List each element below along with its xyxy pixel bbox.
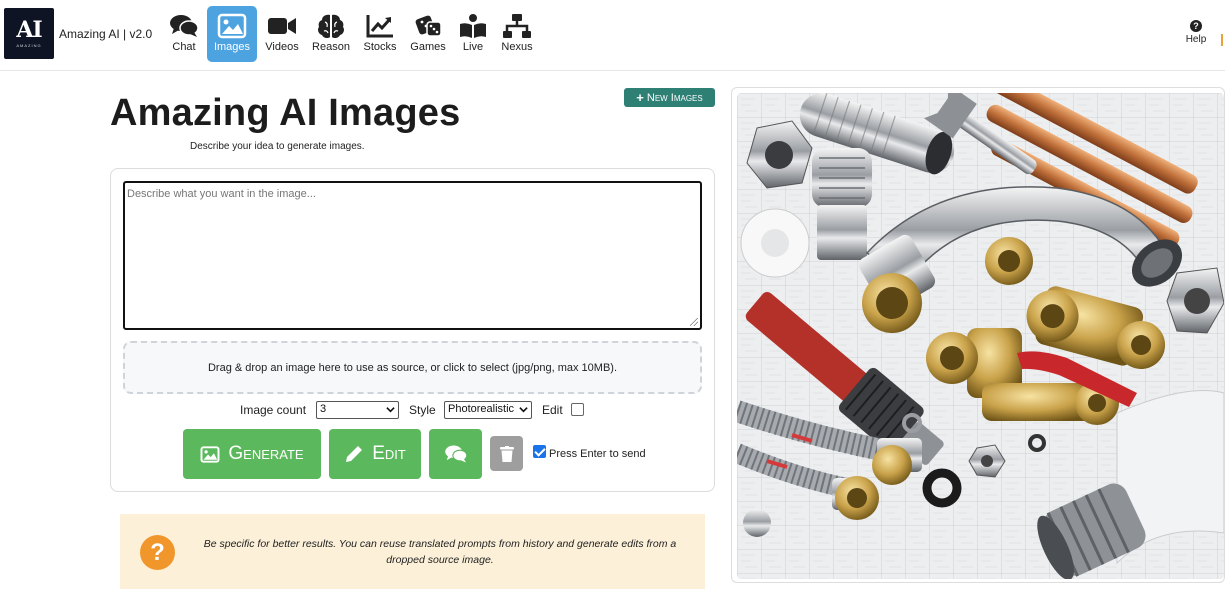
nav-item-games[interactable]: Games [403, 6, 453, 62]
new-images-label: New Images [646, 91, 703, 104]
app-logo[interactable]: AI AMAZING [4, 8, 54, 59]
style-select[interactable]: Photorealistic [444, 401, 532, 419]
nav-item-images[interactable]: Images [207, 6, 257, 62]
style-label: Style [409, 403, 436, 417]
tip-text: Be specific for better results. You can … [203, 538, 677, 566]
nav-label: Chat [172, 41, 196, 53]
question-circle-icon: ? [140, 535, 175, 570]
image-dropzone[interactable]: Drag & drop an image here to use as sour… [123, 341, 702, 394]
nav-label: Games [410, 41, 446, 53]
edit-checkbox[interactable] [571, 403, 584, 416]
nav-label: Videos [265, 41, 299, 53]
resize-handle[interactable] [690, 318, 698, 326]
edit-button[interactable]: Edit [329, 429, 421, 479]
nav-item-live[interactable]: Live [448, 6, 498, 62]
nav-item-chat[interactable]: Chat [159, 6, 209, 62]
image-count-value: 3 [320, 403, 327, 415]
generated-image-panel [731, 87, 1225, 583]
help-link[interactable]: ? Help [1181, 20, 1211, 45]
brain-icon [318, 14, 344, 39]
nav-label: Live [462, 41, 484, 53]
pencil-icon [346, 446, 363, 462]
press-enter-label: Press Enter to send [549, 448, 646, 460]
app-brand: Amazing AI | v2.0 [59, 27, 153, 41]
new-images-button[interactable]: + New Images [624, 88, 715, 107]
prompt-textarea[interactable]: Describe what you want in the image... [123, 181, 702, 330]
edit-button-label: Edit [372, 443, 406, 464]
dropzone-text: Drag & drop an image here to use as sour… [207, 361, 618, 374]
chat-icon [170, 15, 199, 37]
help-label: Help [1185, 34, 1207, 45]
book-reader-icon [460, 14, 486, 38]
image-icon [200, 445, 220, 463]
nav-item-reason[interactable]: Reason [306, 6, 356, 62]
image-icon [217, 13, 247, 39]
nav-label: Reason [312, 41, 350, 53]
style-value: Photorealistic [448, 403, 515, 415]
chevron-down-icon [519, 407, 528, 413]
dice-icon [415, 15, 442, 37]
generated-image[interactable] [737, 93, 1224, 579]
nav-label: Nexus [501, 41, 533, 53]
prompt-placeholder: Describe what you want in the image... [127, 188, 316, 200]
help-icon: ? [1190, 20, 1202, 32]
nav-label: Images [213, 41, 251, 53]
press-enter-checkbox[interactable] [533, 445, 546, 458]
chat-toggle-button[interactable] [429, 429, 482, 479]
edge-indicator [1221, 34, 1223, 46]
image-count-select[interactable]: 3 [316, 401, 399, 419]
nav-label: Stocks [363, 41, 397, 53]
logo-wordmark: AMAZING [16, 43, 42, 48]
page-subtitle: Describe your idea to generate images. [190, 141, 365, 152]
chevron-down-icon [386, 407, 395, 413]
top-navbar: AI AMAZING Amazing AI | v2.0 Chat Images… [0, 0, 1225, 71]
image-count-label: Image count [240, 403, 307, 417]
plus-icon: + [636, 90, 644, 105]
generate-button[interactable]: Generate [183, 429, 321, 479]
comments-icon [444, 445, 467, 463]
logo-mark: AI [16, 17, 42, 43]
chart-line-icon [366, 15, 393, 38]
video-icon [268, 18, 296, 34]
nav-item-videos[interactable]: Videos [257, 6, 307, 62]
edit-toggle-label: Edit [542, 403, 563, 417]
trash-icon [499, 445, 514, 462]
tip-banner: ? Be specific for better results. You ca… [120, 514, 705, 589]
page-title: Amazing AI Images [110, 92, 461, 134]
nav-item-nexus[interactable]: Nexus [492, 6, 542, 62]
clear-button[interactable] [490, 436, 523, 471]
network-icon [503, 14, 531, 38]
nav-item-stocks[interactable]: Stocks [355, 6, 405, 62]
generate-label: Generate [228, 443, 304, 464]
